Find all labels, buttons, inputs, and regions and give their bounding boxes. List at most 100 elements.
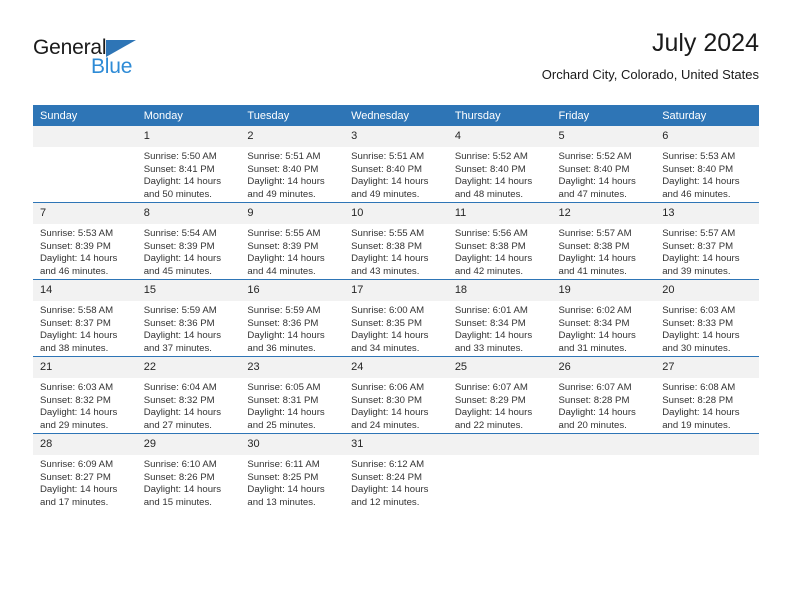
calendar-day-cell[interactable]: 30 Sunrise: 6:11 AM Sunset: 8:25 PM Dayligh… xyxy=(240,433,345,510)
calendar-day-cell[interactable]: 12 Sunrise: 5:57 AM Sunset: 8:38 PM Dayligh… xyxy=(551,202,656,280)
day-number: 15 xyxy=(136,280,241,301)
day-number: 29 xyxy=(136,434,241,455)
calendar-day-cell-empty xyxy=(655,433,759,510)
calendar-day-cell[interactable]: 22 Sunrise: 6:04 AM Sunset: 8:32 PM Dayligh… xyxy=(136,356,241,434)
calendar-day-cell[interactable]: 10 Sunrise: 5:55 AM Sunset: 8:38 PM Dayligh… xyxy=(344,202,448,280)
weekday-header-thursday: Thursday xyxy=(447,105,552,126)
daylight-text: Daylight: 14 hours and 38 minutes. xyxy=(40,330,118,354)
calendar-day-cell[interactable]: 4 Sunrise: 5:52 AM Sunset: 8:40 PM Daylight… xyxy=(447,126,552,203)
daylight-text: Daylight: 14 hours and 25 minutes. xyxy=(247,407,325,431)
sunset-text: Sunset: 8:34 PM xyxy=(454,317,526,329)
day-number: 30 xyxy=(240,434,345,455)
sunrise-text: Sunrise: 6:04 AM xyxy=(143,382,217,393)
day-number xyxy=(447,434,552,455)
sunset-text: Sunset: 8:24 PM xyxy=(351,471,423,483)
calendar-day-cell[interactable]: 25 Sunrise: 6:07 AM Sunset: 8:29 PM Dayligh… xyxy=(447,356,552,434)
day-number: 22 xyxy=(136,357,241,378)
daylight-text: Daylight: 14 hours and 49 minutes. xyxy=(247,176,325,200)
day-details: Sunrise: 5:53 AM Sunset: 8:40 PM Daylight:… xyxy=(655,147,759,201)
sunrise-text: Sunrise: 6:02 AM xyxy=(558,305,632,316)
daylight-text: Daylight: 14 hours and 17 minutes. xyxy=(40,484,118,508)
calendar-day-cell[interactable]: 1 Sunrise: 5:50 AM Sunset: 8:41 PM Daylight… xyxy=(136,126,241,203)
day-details: Sunrise: 5:56 AM Sunset: 8:38 PM Daylight:… xyxy=(448,224,552,278)
daylight-text: Daylight: 14 hours and 29 minutes. xyxy=(40,407,118,431)
calendar-page: General Blue July 2024 Orchard City, Col… xyxy=(0,0,792,612)
calendar-day-cell[interactable]: 5 Sunrise: 5:52 AM Sunset: 8:40 PM Daylight… xyxy=(551,126,656,203)
sunset-text: Sunset: 8:27 PM xyxy=(40,471,111,483)
day-number: 3 xyxy=(344,126,448,147)
calendar-day-cell[interactable]: 13 Sunrise: 5:57 AM Sunset: 8:37 PM Dayligh… xyxy=(655,202,759,280)
daylight-text: Daylight: 14 hours and 44 minutes. xyxy=(247,253,325,277)
calendar-day-cell[interactable]: 23 Sunrise: 6:05 AM Sunset: 8:31 PM Dayligh… xyxy=(240,356,345,434)
sunrise-text: Sunrise: 6:05 AM xyxy=(247,382,321,393)
calendar-day-cell[interactable]: 8 Sunrise: 5:54 AM Sunset: 8:39 PM Daylight… xyxy=(136,202,241,280)
calendar-day-cell[interactable]: 11 Sunrise: 5:56 AM Sunset: 8:38 PM Dayligh… xyxy=(447,202,552,280)
calendar-day-cell[interactable]: 20 Sunrise: 6:03 AM Sunset: 8:33 PM Dayligh… xyxy=(655,279,759,357)
day-number: 13 xyxy=(655,203,759,224)
calendar-day-cell[interactable]: 19 Sunrise: 6:02 AM Sunset: 8:34 PM Dayligh… xyxy=(551,279,656,357)
sunset-text: Sunset: 8:31 PM xyxy=(247,394,319,406)
sunset-text: Sunset: 8:35 PM xyxy=(351,317,423,329)
page-subtitle: Orchard City, Colorado, United States xyxy=(541,67,759,82)
calendar-day-cell[interactable]: 26 Sunrise: 6:07 AM Sunset: 8:28 PM Dayligh… xyxy=(551,356,656,434)
calendar-week-row: 14 Sunrise: 5:58 AM Sunset: 8:37 PM Dayligh… xyxy=(33,279,759,357)
sunrise-text: Sunrise: 5:57 AM xyxy=(558,228,632,239)
daylight-text: Daylight: 14 hours and 46 minutes. xyxy=(40,253,118,277)
day-details: Sunrise: 6:10 AM Sunset: 8:26 PM Daylight:… xyxy=(137,455,241,509)
calendar-day-cell[interactable]: 17 Sunrise: 6:00 AM Sunset: 8:35 PM Dayligh… xyxy=(344,279,448,357)
daylight-text: Daylight: 14 hours and 31 minutes. xyxy=(558,330,636,354)
calendar-day-cell[interactable]: 3 Sunrise: 5:51 AM Sunset: 8:40 PM Daylight… xyxy=(344,126,448,203)
sunrise-text: Sunrise: 5:52 AM xyxy=(558,151,632,162)
daylight-text: Daylight: 14 hours and 41 minutes. xyxy=(558,253,636,277)
calendar-day-cell[interactable]: 29 Sunrise: 6:10 AM Sunset: 8:26 PM Dayligh… xyxy=(136,433,241,510)
calendar-day-cell-empty xyxy=(33,126,137,203)
calendar-day-cell[interactable]: 16 Sunrise: 5:59 AM Sunset: 8:36 PM Dayligh… xyxy=(240,279,345,357)
daylight-text: Daylight: 14 hours and 46 minutes. xyxy=(662,176,740,200)
calendar-day-cell[interactable]: 18 Sunrise: 6:01 AM Sunset: 8:34 PM Dayligh… xyxy=(447,279,552,357)
daylight-text: Daylight: 14 hours and 43 minutes. xyxy=(351,253,429,277)
calendar-week-row: 1 Sunrise: 5:50 AM Sunset: 8:41 PM Daylight… xyxy=(33,126,759,203)
calendar-day-cell[interactable]: 28 Sunrise: 6:09 AM Sunset: 8:27 PM Dayligh… xyxy=(33,433,137,510)
day-details: Sunrise: 6:00 AM Sunset: 8:35 PM Daylight:… xyxy=(344,301,448,355)
calendar-day-cell[interactable]: 2 Sunrise: 5:51 AM Sunset: 8:40 PM Daylight… xyxy=(240,126,345,203)
sunrise-text: Sunrise: 5:51 AM xyxy=(351,151,425,162)
calendar-table: Sunday Monday Tuesday Wednesday Thursday… xyxy=(33,105,759,510)
calendar-day-cell-empty xyxy=(447,433,552,510)
calendar-day-cell[interactable]: 31 Sunrise: 6:12 AM Sunset: 8:24 PM Dayligh… xyxy=(344,433,448,510)
general-blue-logo[interactable]: General Blue xyxy=(33,36,233,88)
sunrise-text: Sunrise: 5:55 AM xyxy=(351,228,425,239)
weekday-header-friday: Friday xyxy=(551,105,656,126)
calendar-week-row: 21 Sunrise: 6:03 AM Sunset: 8:32 PM Dayligh… xyxy=(33,356,759,434)
day-details: Sunrise: 6:07 AM Sunset: 8:28 PM Daylight:… xyxy=(552,378,656,432)
calendar-day-cell[interactable]: 24 Sunrise: 6:06 AM Sunset: 8:30 PM Dayligh… xyxy=(344,356,448,434)
sunset-text: Sunset: 8:41 PM xyxy=(143,163,215,175)
calendar-day-cell[interactable]: 6 Sunrise: 5:53 AM Sunset: 8:40 PM Daylight… xyxy=(655,126,759,203)
day-number: 8 xyxy=(136,203,241,224)
calendar-day-cell[interactable]: 9 Sunrise: 5:55 AM Sunset: 8:39 PM Daylight… xyxy=(240,202,345,280)
calendar-day-cell[interactable]: 21 Sunrise: 6:03 AM Sunset: 8:32 PM Dayligh… xyxy=(33,356,137,434)
sunrise-text: Sunrise: 5:57 AM xyxy=(662,228,736,239)
day-details: Sunrise: 5:52 AM Sunset: 8:40 PM Daylight:… xyxy=(448,147,552,201)
day-details: Sunrise: 6:11 AM Sunset: 8:25 PM Daylight:… xyxy=(240,455,344,509)
day-number: 10 xyxy=(344,203,448,224)
day-details: Sunrise: 5:55 AM Sunset: 8:39 PM Daylight:… xyxy=(240,224,344,278)
day-number: 25 xyxy=(447,357,552,378)
daylight-text: Daylight: 14 hours and 30 minutes. xyxy=(662,330,740,354)
sunset-text: Sunset: 8:38 PM xyxy=(454,240,526,252)
calendar-day-cell[interactable]: 14 Sunrise: 5:58 AM Sunset: 8:37 PM Dayligh… xyxy=(33,279,137,357)
day-details: Sunrise: 6:03 AM Sunset: 8:33 PM Daylight:… xyxy=(655,301,759,355)
day-number xyxy=(551,434,656,455)
daylight-text: Daylight: 14 hours and 37 minutes. xyxy=(143,330,222,354)
daylight-text: Daylight: 14 hours and 34 minutes. xyxy=(351,330,429,354)
calendar-day-cell[interactable]: 7 Sunrise: 5:53 AM Sunset: 8:39 PM Daylight… xyxy=(33,202,137,280)
day-number: 5 xyxy=(551,126,656,147)
weekday-header-saturday: Saturday xyxy=(655,105,759,126)
day-details: Sunrise: 6:09 AM Sunset: 8:27 PM Daylight:… xyxy=(33,455,137,509)
calendar-day-cell[interactable]: 27 Sunrise: 6:08 AM Sunset: 8:28 PM Dayligh… xyxy=(655,356,759,434)
sunset-text: Sunset: 8:29 PM xyxy=(454,394,526,406)
daylight-text: Daylight: 14 hours and 39 minutes. xyxy=(662,253,740,277)
day-number: 1 xyxy=(136,126,241,147)
sunset-text: Sunset: 8:38 PM xyxy=(351,240,423,252)
calendar-day-cell[interactable]: 15 Sunrise: 5:59 AM Sunset: 8:36 PM Dayligh… xyxy=(136,279,241,357)
day-number: 12 xyxy=(551,203,656,224)
